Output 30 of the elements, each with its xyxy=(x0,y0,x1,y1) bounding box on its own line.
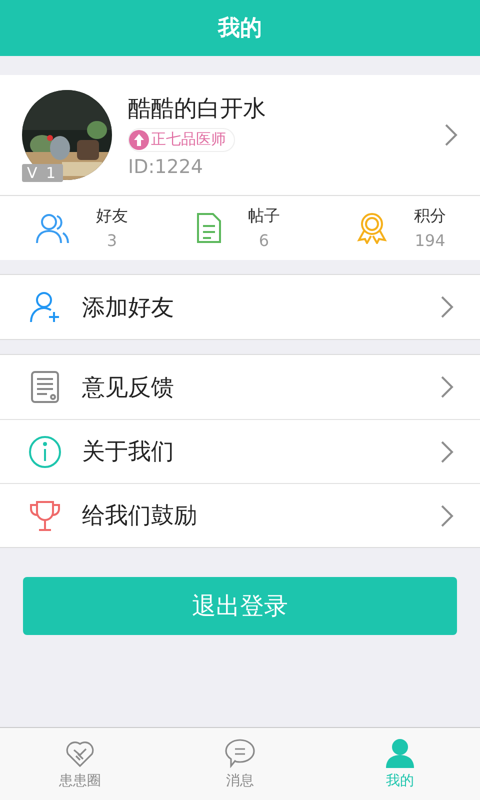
document-icon xyxy=(196,212,222,244)
stat-value: 3 xyxy=(106,231,118,250)
add-person-icon xyxy=(29,291,61,323)
chat-bubble-icon xyxy=(224,738,256,768)
user-id: ID:1224 xyxy=(128,156,204,178)
menu-item[interactable]: 意见反馈 xyxy=(0,355,480,419)
stat-label: 积分 xyxy=(414,206,446,227)
level-badge: V 1 xyxy=(22,164,63,182)
trophy-icon xyxy=(28,498,62,532)
stat-label: 好友 xyxy=(96,206,128,227)
document-icon xyxy=(30,370,60,404)
stat-value: 6 xyxy=(258,231,270,250)
stat-label: 帖子 xyxy=(248,206,280,227)
menu-item[interactable]: 添加好友 xyxy=(0,275,480,339)
user-name: 酷酷的白开水 xyxy=(128,94,267,124)
menu-item[interactable]: 给我们鼓励 xyxy=(0,483,480,547)
rank-badge: 正七品医师 xyxy=(128,128,235,152)
chevron-right-icon xyxy=(440,504,454,528)
chevron-right-icon xyxy=(440,375,454,399)
chevron-right-icon xyxy=(440,295,454,319)
arrow-up-icon xyxy=(133,132,145,146)
page-title: 我的 xyxy=(218,15,262,43)
medal-icon xyxy=(356,212,388,244)
menu-item[interactable]: 关于我们 xyxy=(0,419,480,483)
person-icon xyxy=(385,738,415,768)
stat-value: 194 xyxy=(414,231,446,250)
chevron-right-icon xyxy=(444,123,458,147)
people-icon xyxy=(36,212,70,244)
info-icon xyxy=(28,434,62,468)
chevron-right-icon xyxy=(440,440,454,464)
